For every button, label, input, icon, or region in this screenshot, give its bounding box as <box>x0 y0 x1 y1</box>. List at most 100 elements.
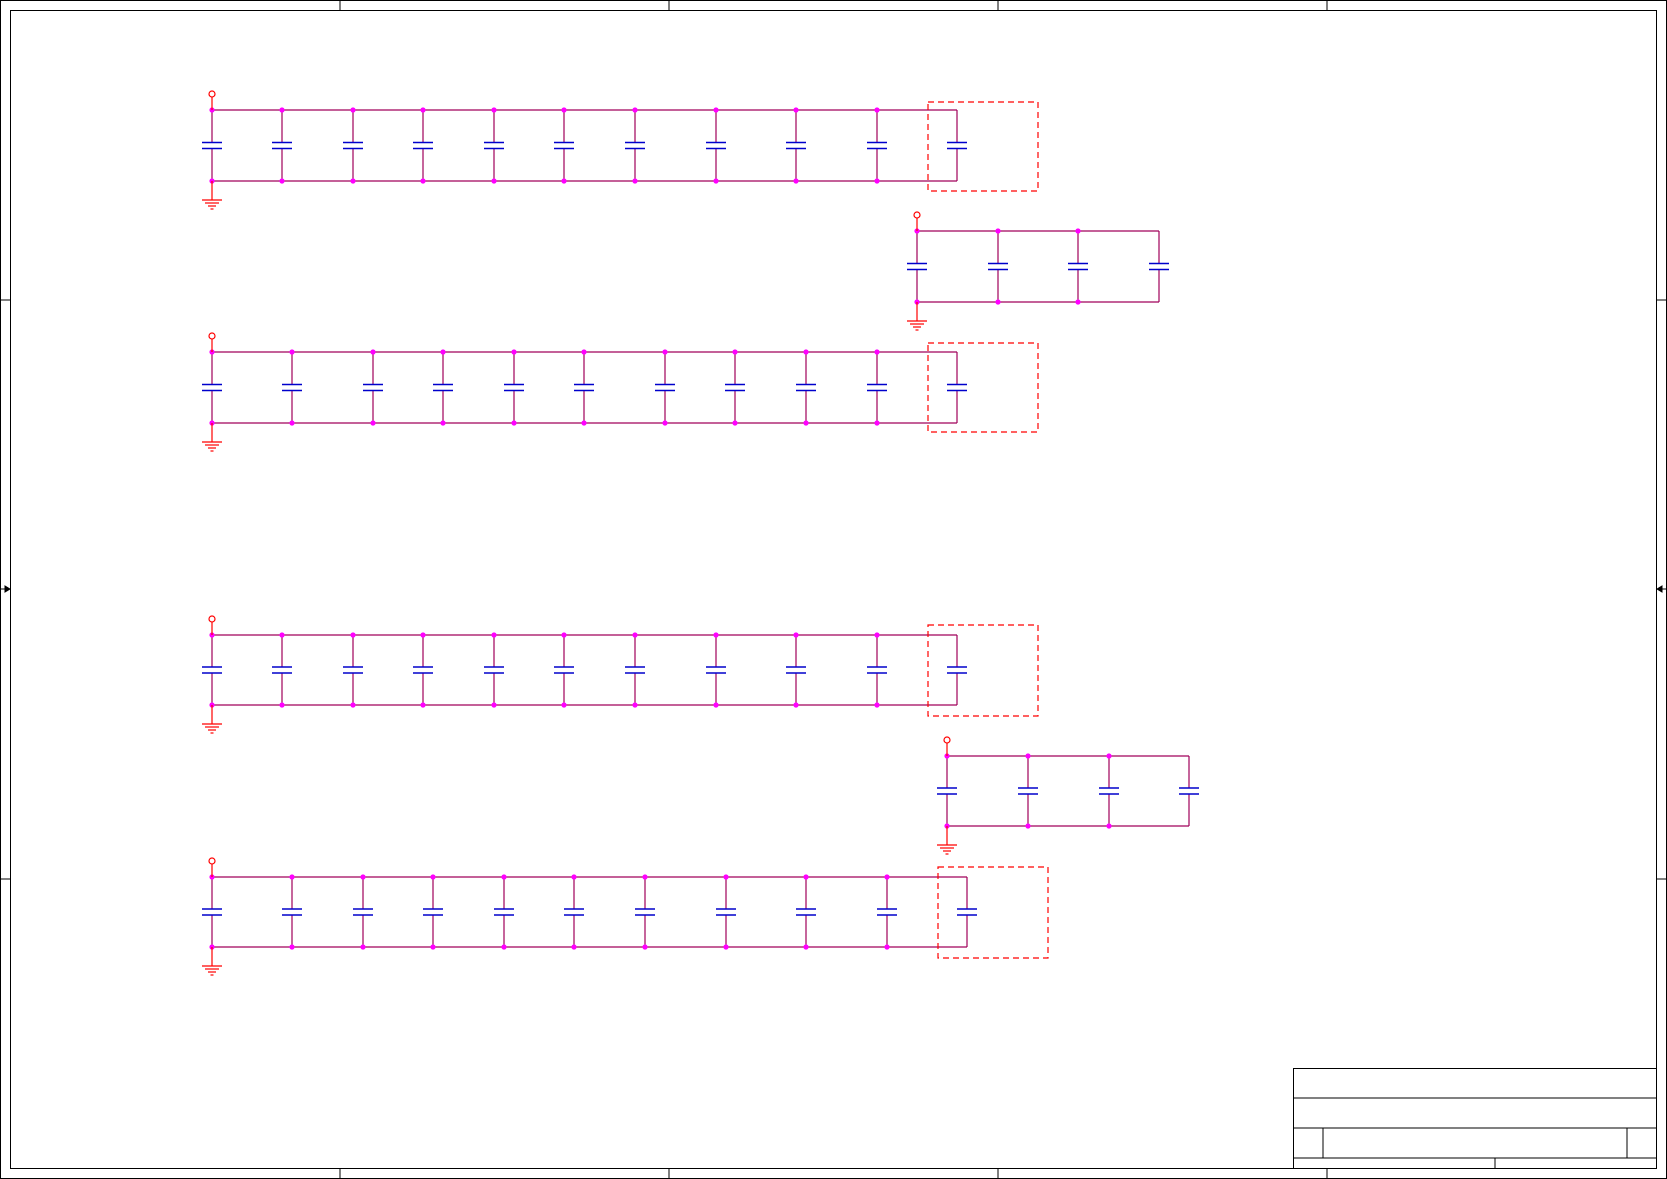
junction-dot <box>430 874 436 880</box>
junction-dot <box>360 874 366 880</box>
capacitor <box>877 877 897 947</box>
junction-dot <box>1106 753 1112 759</box>
junction-dot <box>491 107 497 113</box>
junction-dot <box>874 107 880 113</box>
junction-dot <box>279 178 285 184</box>
junction-dot <box>289 944 295 950</box>
junction-dot <box>713 632 719 638</box>
junction-dot <box>723 944 729 950</box>
capacitor <box>867 352 887 423</box>
capacitor <box>1099 756 1119 826</box>
capacitor <box>484 635 504 705</box>
junction-dot <box>279 107 285 113</box>
capacitor <box>947 110 967 181</box>
dnp-outline-box <box>927 624 1039 717</box>
junction-dot <box>289 420 295 426</box>
cap-bank-3 <box>202 332 1039 452</box>
capacitor <box>1068 231 1088 302</box>
capacitor <box>554 635 574 705</box>
cap-bank-6 <box>202 857 1049 976</box>
capacitor <box>625 110 645 181</box>
power-port <box>208 332 216 352</box>
junction-dot <box>632 107 638 113</box>
capacitor <box>413 635 433 705</box>
capacitor <box>363 352 383 423</box>
junction-dot <box>1025 823 1031 829</box>
junction-dot <box>420 178 426 184</box>
junction-dot <box>732 420 738 426</box>
junction-dot <box>632 178 638 184</box>
junction-dot <box>642 944 648 950</box>
junction-dot <box>350 632 356 638</box>
cap-bank-4 <box>202 615 1039 734</box>
cap-bank-2 <box>907 211 1169 331</box>
junction-dot <box>289 349 295 355</box>
capacitor <box>353 877 373 947</box>
capacitor <box>343 110 363 181</box>
junction-dot <box>632 632 638 638</box>
junction-dot <box>370 349 376 355</box>
capacitor <box>706 110 726 181</box>
junction-dot <box>350 178 356 184</box>
junction-dot <box>1075 228 1081 234</box>
capacitor <box>272 635 292 705</box>
cap-bank-1 <box>202 90 1039 210</box>
capacitor <box>343 635 363 705</box>
cap-bank-5 <box>937 736 1199 855</box>
junction-dot <box>713 107 719 113</box>
junction-dot <box>581 349 587 355</box>
capacitor <box>957 877 977 947</box>
capacitor <box>655 352 675 423</box>
capacitor <box>786 635 806 705</box>
junction-dot <box>440 420 446 426</box>
junction-dot <box>350 702 356 708</box>
junction-dot <box>642 874 648 880</box>
ground-symbol <box>202 705 222 734</box>
capacitor <box>494 877 514 947</box>
capacitor <box>1149 231 1169 302</box>
capacitor <box>504 352 524 423</box>
junction-dot <box>501 874 507 880</box>
capacitor <box>867 110 887 181</box>
power-port <box>943 736 951 756</box>
dnp-outline-box <box>937 866 1049 959</box>
junction-dot <box>581 420 587 426</box>
capacitor <box>947 352 967 423</box>
junction-dot <box>1025 753 1031 759</box>
junction-dot <box>803 420 809 426</box>
junction-dot <box>279 702 285 708</box>
power-port <box>208 615 216 635</box>
junction-dot <box>874 349 880 355</box>
capacitor <box>796 877 816 947</box>
junction-dot <box>561 632 567 638</box>
capacitor <box>907 231 927 302</box>
capacitor <box>574 352 594 423</box>
sheet-frame <box>0 0 1667 1179</box>
junction-dot <box>370 420 376 426</box>
junction-dot <box>561 702 567 708</box>
junction-dot <box>884 944 890 950</box>
junction-dot <box>732 349 738 355</box>
ground-symbol <box>202 181 222 210</box>
junction-dot <box>491 178 497 184</box>
capacitor <box>635 877 655 947</box>
junction-dot <box>632 702 638 708</box>
junction-dot <box>793 178 799 184</box>
capacitor <box>433 352 453 423</box>
capacitor <box>988 231 1008 302</box>
power-port <box>208 90 216 110</box>
capacitor <box>423 877 443 947</box>
capacitor <box>1018 756 1038 826</box>
junction-dot <box>995 299 1001 305</box>
capacitor <box>947 635 967 705</box>
junction-dot <box>1106 823 1112 829</box>
capacitor <box>413 110 433 181</box>
capacitor <box>625 635 645 705</box>
junction-dot <box>511 349 517 355</box>
junction-dot <box>874 178 880 184</box>
junction-dot <box>713 702 719 708</box>
capacitor <box>282 877 302 947</box>
capacitor <box>937 756 957 826</box>
capacitor <box>272 110 292 181</box>
capacitor <box>796 352 816 423</box>
